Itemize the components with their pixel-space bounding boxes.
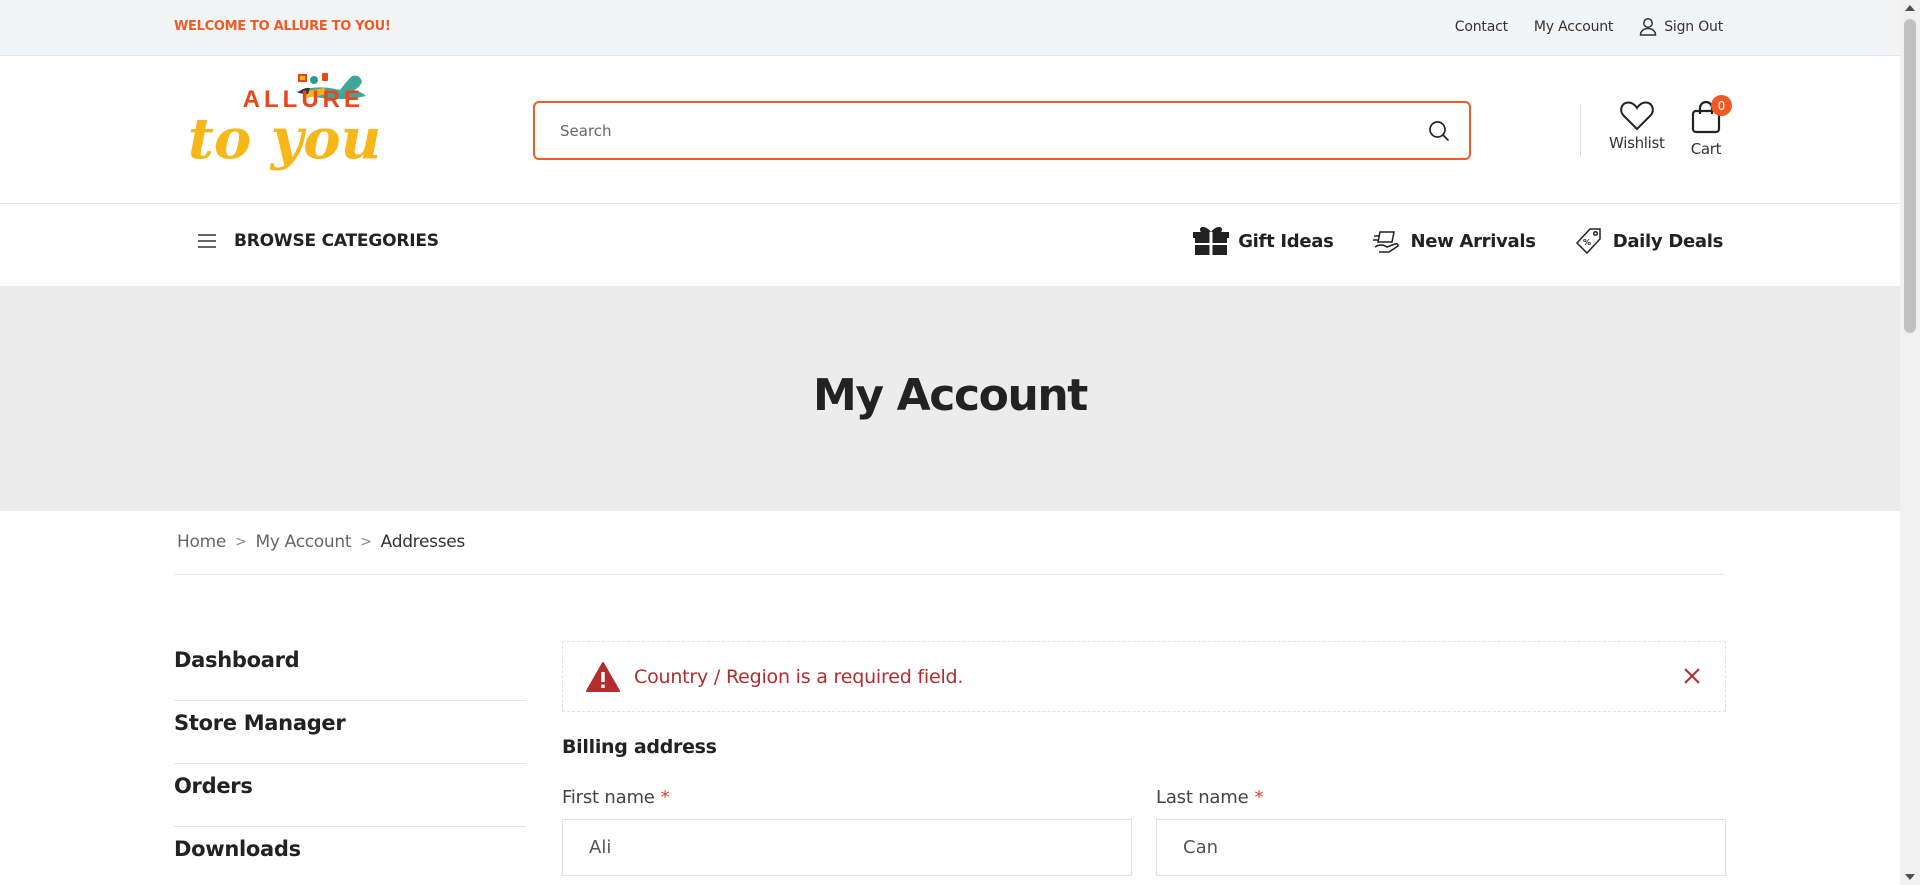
heart-icon [1620, 101, 1654, 131]
nav-new-arrivals[interactable]: New Arrivals [1372, 228, 1536, 254]
nav-daily-deals-label: Daily Deals [1612, 230, 1724, 252]
nav-gift-ideas-label: Gift Ideas [1238, 230, 1334, 252]
sidebar-item-store-manager[interactable]: Store Manager [174, 701, 526, 764]
first-name-field[interactable] [562, 819, 1132, 876]
sign-out-link[interactable]: Sign Out [1639, 17, 1723, 36]
account-sidebar: Dashboard Store Manager Orders Downloads [174, 638, 526, 885]
page-hero: My Account [0, 286, 1900, 511]
delivery-icon [1372, 231, 1399, 253]
sidebar-item-dashboard[interactable]: Dashboard [174, 638, 526, 701]
breadcrumb-current: Addresses [380, 532, 466, 552]
browse-categories-label: BROWSE CATEGORIES [234, 231, 439, 251]
page-scrollbar[interactable] [1900, 0, 1920, 885]
cart-label: Cart [1690, 140, 1722, 158]
cart-count-badge: 0 [1711, 95, 1732, 116]
contact-link[interactable]: Contact [1455, 19, 1508, 35]
wishlist-button[interactable]: Wishlist [1609, 100, 1665, 152]
first-name-label: First name * [562, 787, 670, 808]
price-tag-icon: % [1575, 228, 1601, 255]
required-marker: * [660, 787, 670, 808]
breadcrumb-separator: > [235, 534, 247, 550]
cart-button[interactable]: 0 Cart [1689, 95, 1732, 158]
breadcrumb-home[interactable]: Home [177, 532, 226, 552]
site-logo[interactable]: ALLURE to you [186, 62, 386, 200]
my-account-link[interactable]: My Account [1534, 19, 1614, 35]
nav-daily-deals[interactable]: % Daily Deals [1574, 226, 1723, 256]
search-input[interactable] [560, 121, 1409, 140]
top-bar: WELCOME TO ALLURE TO YOU! Contact My Acc… [0, 0, 1900, 56]
breadcrumb-divider [174, 574, 1724, 575]
required-marker: * [1254, 787, 1264, 808]
search-button[interactable] [1409, 103, 1469, 158]
wishlist-label: Wishlist [1609, 134, 1665, 152]
search-bar [533, 101, 1471, 160]
menu-icon [198, 234, 216, 248]
last-name-label-text: Last name [1156, 787, 1249, 808]
page-title: My Account [813, 370, 1088, 421]
svg-text:to you: to you [188, 106, 381, 172]
close-icon[interactable] [1683, 667, 1701, 685]
gift-icon [1193, 227, 1230, 255]
sign-out-label: Sign Out [1664, 18, 1723, 35]
user-icon [1639, 18, 1657, 36]
scroll-down-arrow-icon[interactable] [1905, 874, 1915, 880]
header-divider [1580, 104, 1581, 156]
sidebar-item-downloads[interactable]: Downloads [174, 827, 526, 885]
breadcrumb-separator: > [360, 534, 372, 550]
breadcrumb-my-account[interactable]: My Account [255, 532, 351, 552]
scroll-up-arrow-icon[interactable] [1905, 5, 1915, 11]
browse-categories-button[interactable]: BROWSE CATEGORIES [198, 231, 439, 251]
error-alert: Country / Region is a required field. [562, 641, 1726, 712]
top-links: Contact My Account Sign Out [1429, 17, 1723, 36]
nav-gift-ideas[interactable]: Gift Ideas [1193, 225, 1334, 257]
nav-links: Gift Ideas New Arrivals % Daily Deals [1155, 225, 1723, 257]
welcome-message: WELCOME TO ALLURE TO YOU! [174, 19, 391, 34]
last-name-field[interactable] [1156, 819, 1726, 876]
main-nav: BROWSE CATEGORIES Gift Ideas New Arrival… [0, 205, 1900, 285]
warning-icon [586, 661, 620, 692]
alert-message: Country / Region is a required field. [634, 665, 964, 688]
search-icon [1429, 120, 1450, 141]
billing-heading: Billing address [562, 736, 717, 758]
sidebar-item-orders[interactable]: Orders [174, 764, 526, 827]
breadcrumb: Home > My Account > Addresses [177, 532, 465, 552]
svg-text:%: % [1583, 238, 1591, 247]
last-name-label: Last name * [1156, 787, 1263, 808]
nav-new-arrivals-label: New Arrivals [1410, 230, 1536, 252]
scrollbar-thumb[interactable] [1904, 19, 1916, 333]
header: ALLURE to you Wishlist 0 Cart [0, 56, 1900, 204]
first-name-label-text: First name [562, 787, 655, 808]
